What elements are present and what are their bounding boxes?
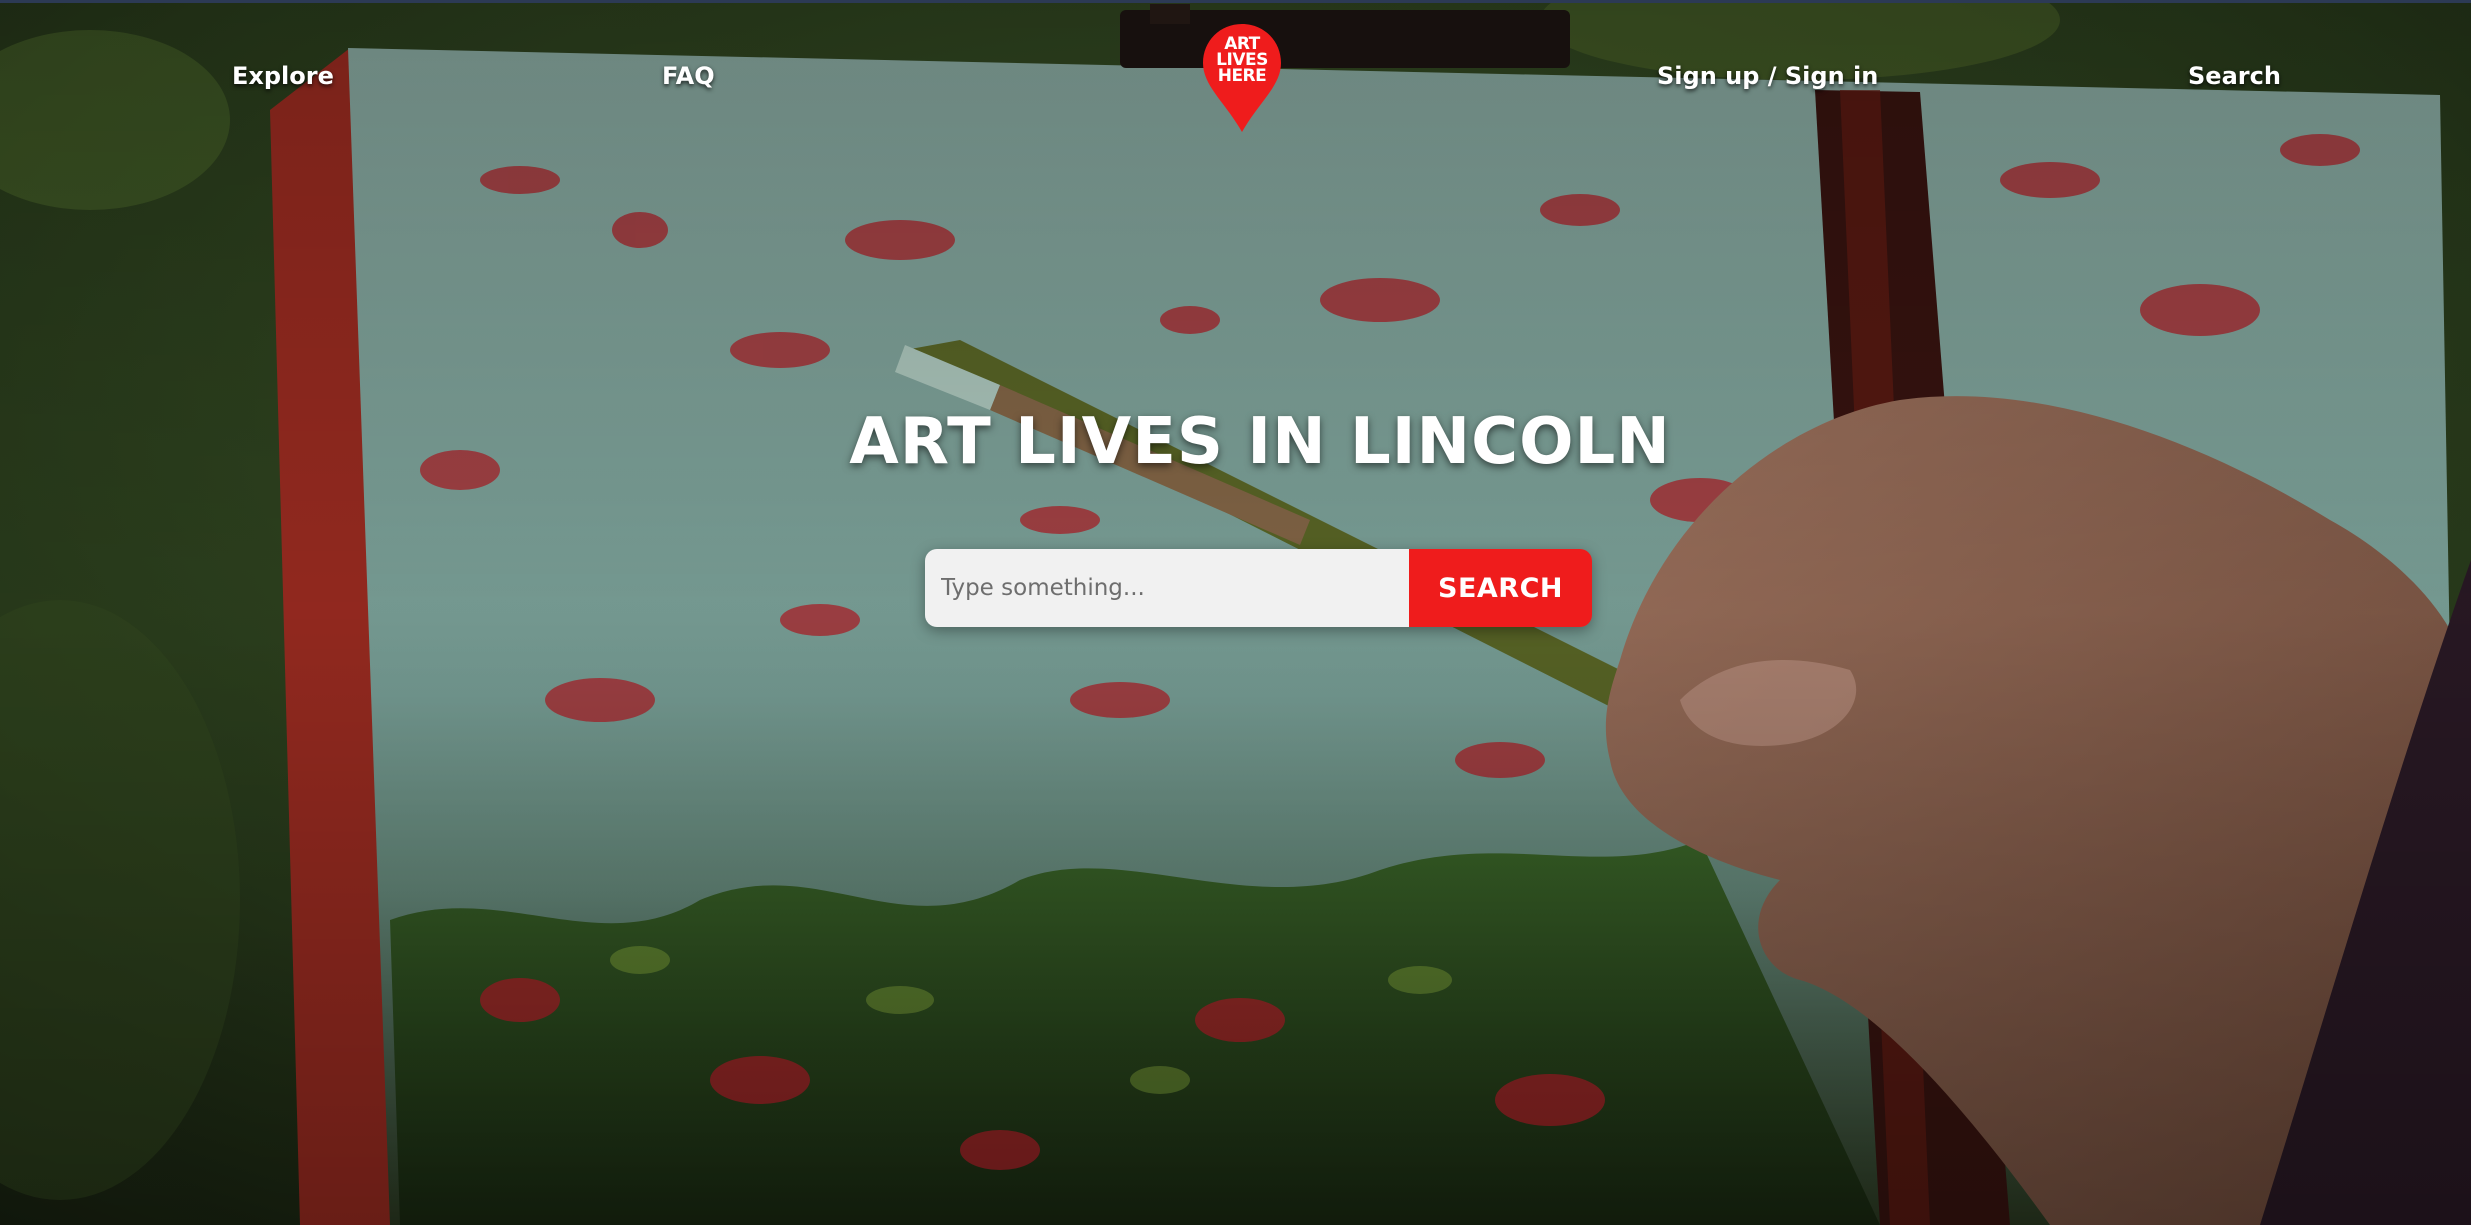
search-input[interactable] (925, 549, 1409, 627)
nav-search-link[interactable]: Search (2188, 62, 2281, 90)
nav-faq-link[interactable]: FAQ (662, 62, 715, 90)
logo-line-3: HERE (1217, 66, 1267, 86)
nav-signin-link[interactable]: Sign up / Sign in (1657, 62, 1878, 90)
search-button[interactable]: SEARCH (1409, 549, 1592, 627)
site-logo[interactable]: ART LIVES HERE (1201, 22, 1283, 134)
hero-section: Explore FAQ Sign up / Sign in Search ART… (0, 0, 2471, 1225)
hero-title: ART LIVES IN LINCOLN (849, 405, 1671, 479)
search-form: SEARCH (925, 549, 1592, 627)
logo-text: ART LIVES HERE (1201, 36, 1283, 86)
nav-explore-link[interactable]: Explore (232, 62, 334, 90)
top-border (0, 0, 2471, 3)
